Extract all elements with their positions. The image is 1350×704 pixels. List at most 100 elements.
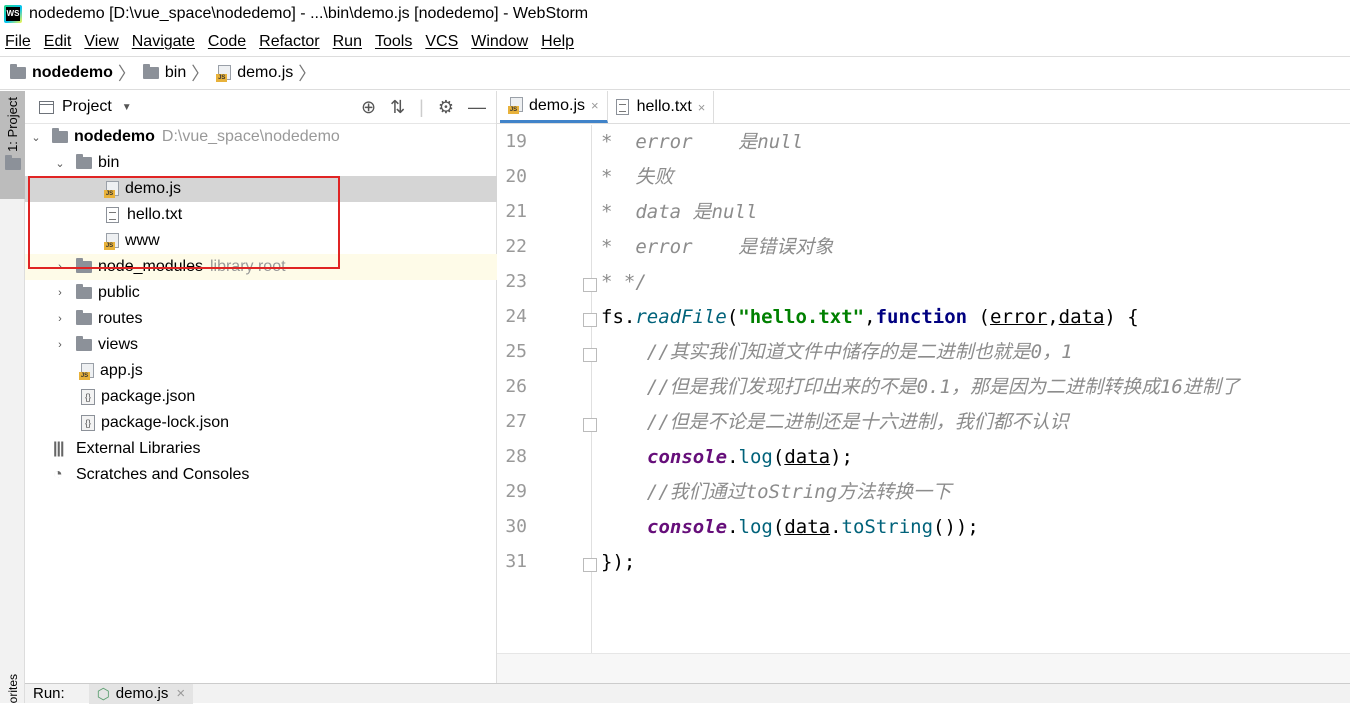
run-tool-bar: Run: ⬡ demo.js × — [25, 683, 1350, 704]
highlight-annotation-box — [28, 176, 340, 269]
run-tab-demo-js[interactable]: ⬡ demo.js × — [88, 683, 194, 704]
breadcrumb: nodedemo 〉 bin 〉 JS demo.js 〉 — [0, 56, 1350, 90]
menu-tools[interactable]: Tools — [370, 33, 420, 51]
fold-marker-icon[interactable] — [583, 313, 597, 327]
menu-view[interactable]: View — [79, 33, 126, 51]
tree-item-bin[interactable]: ⌄ bin — [25, 150, 497, 176]
code-line: * 失败 — [601, 166, 674, 188]
breadcrumb-item-bin[interactable]: bin 〉 — [142, 60, 216, 86]
fold-marker-icon[interactable] — [583, 348, 597, 362]
line-number: 27 — [505, 411, 527, 432]
scratches-icon: ◔ — [53, 466, 63, 483]
line-number: 23 — [505, 271, 527, 292]
folder-icon — [52, 128, 68, 143]
tree-item-routes[interactable]: › routes — [25, 306, 497, 332]
project-panel: Project ▼ ⊕ ⇅ | ⚙ — ⌄ nodedemo D:\vue_sp… — [25, 91, 497, 683]
tab-hello-txt[interactable]: hello.txt × — [608, 91, 715, 123]
panel-toolbar: ⊕ ⇅ | ⚙ — — [360, 97, 486, 118]
favorites-tool-tab[interactable]: orites — [0, 663, 25, 703]
menu-window[interactable]: Window — [466, 33, 536, 51]
code-line: //但是不论是二进制还是十六进制，我们都不认识 — [601, 411, 1069, 433]
project-view-icon — [39, 100, 54, 114]
left-tool-strip: 1: Project orites — [0, 91, 25, 703]
breadcrumb-item-demo-js[interactable]: JS demo.js 〉 — [216, 60, 323, 86]
libraries-icon: ||| — [53, 440, 64, 457]
window-title: nodedemo [D:\vue_space\nodedemo] - ...\b… — [29, 5, 589, 22]
line-number: 25 — [505, 341, 527, 362]
folder-icon — [76, 336, 92, 351]
code-line: fs.readFile("hello.txt",function (error,… — [601, 306, 1139, 328]
chevron-down-icon: ⌄ — [31, 131, 41, 144]
menu-bar: File Edit View Navigate Code Refactor Ru… — [0, 28, 1350, 56]
folder-icon — [76, 154, 92, 169]
chevron-right-icon: › — [58, 287, 62, 299]
menu-code[interactable]: Code — [203, 33, 254, 51]
code-area[interactable]: * error 是null * 失败 * data 是null * error … — [601, 125, 1350, 653]
menu-vcs[interactable]: VCS — [420, 33, 466, 51]
menu-refactor[interactable]: Refactor — [254, 33, 327, 51]
json-file-icon: {} — [81, 389, 95, 405]
tab-demo-js[interactable]: JS demo.js × — [500, 91, 608, 123]
breadcrumb-item-nodedemo[interactable]: nodedemo 〉 — [10, 60, 143, 86]
close-icon[interactable]: × — [591, 98, 599, 113]
menu-help[interactable]: Help — [536, 33, 582, 51]
line-number: 20 — [505, 166, 527, 187]
line-number: 26 — [505, 376, 527, 397]
text-file-icon — [615, 99, 629, 115]
line-number-gutter: 19 20 21 22 23 24 25 26 27 28 29 30 31 — [497, 125, 597, 653]
code-line: * */ — [601, 271, 647, 293]
js-file-icon: JS — [508, 97, 523, 114]
tree-item-public[interactable]: › public — [25, 280, 497, 306]
close-icon[interactable]: × — [176, 685, 185, 702]
code-line: console.log(data); — [647, 446, 853, 468]
line-number: 24 — [505, 306, 527, 327]
folder-icon — [4, 154, 21, 170]
menu-run[interactable]: Run — [328, 33, 370, 51]
folder-icon — [76, 284, 92, 299]
fold-marker-icon[interactable] — [583, 418, 597, 432]
tree-item-package-lock-json[interactable]: {} package-lock.json — [25, 410, 497, 436]
menu-edit[interactable]: Edit — [39, 33, 80, 51]
code-line: * data 是null — [601, 201, 758, 223]
editor-bottom-area — [497, 653, 1350, 683]
folder-icon — [142, 64, 159, 79]
tree-item-app-js[interactable]: JS app.js — [25, 358, 497, 384]
title-bar: WS nodedemo [D:\vue_space\nodedemo] - ..… — [0, 0, 1350, 28]
run-label: Run: — [33, 685, 65, 702]
minimize-icon[interactable]: — — [468, 97, 486, 118]
chevron-right-icon: › — [58, 313, 62, 325]
code-line: //我们通过toString方法转换一下 — [601, 481, 952, 503]
folder-icon — [76, 310, 92, 325]
json-file-icon: {} — [81, 415, 95, 431]
tree-item-scratches[interactable]: ◔ Scratches and Consoles — [25, 462, 497, 488]
tree-item-package-json[interactable]: {} package.json — [25, 384, 497, 410]
close-icon[interactable]: × — [698, 100, 706, 115]
line-number: 21 — [505, 201, 527, 222]
tree-item-views[interactable]: › views — [25, 332, 497, 358]
code-line: //其实我们知道文件中储存的是二进制也就是0，1 — [601, 341, 1073, 363]
chevron-down-icon: ⌄ — [55, 157, 65, 170]
line-number: 30 — [505, 516, 527, 537]
code-line: * error 是错误对象 — [601, 236, 834, 258]
gear-icon[interactable]: ⚙ — [438, 97, 454, 118]
collapse-all-icon[interactable]: ⇅ — [390, 97, 405, 118]
chevron-right-icon: 〉 — [298, 64, 317, 84]
webstorm-logo-icon: WS — [4, 5, 22, 23]
fold-marker-icon[interactable] — [583, 278, 597, 292]
js-file-icon: JS — [216, 64, 232, 82]
project-panel-header[interactable]: Project ▼ ⊕ ⇅ | ⚙ — — [25, 91, 496, 124]
chevron-down-icon: ▼ — [121, 101, 132, 113]
tree-item-external-libraries[interactable]: ||| External Libraries — [25, 436, 497, 462]
node-icon: ⬡ — [96, 685, 110, 703]
project-tool-tab[interactable]: 1: Project — [0, 91, 25, 199]
line-number: 28 — [505, 446, 527, 467]
editor: JS demo.js × hello.txt × 19 20 21 22 23 … — [497, 91, 1350, 683]
code-line: //但是我们发现打印出来的不是0.1，那是因为二进制转换成16进制了 — [601, 376, 1240, 398]
menu-file[interactable]: File — [0, 33, 39, 51]
locate-icon[interactable]: ⊕ — [361, 97, 376, 118]
chevron-right-icon: › — [58, 339, 62, 351]
menu-navigate[interactable]: Navigate — [127, 33, 203, 51]
code-line: }); — [601, 551, 636, 573]
fold-marker-icon[interactable] — [583, 558, 597, 572]
tree-item-nodedemo[interactable]: ⌄ nodedemo D:\vue_space\nodedemo — [25, 124, 497, 150]
